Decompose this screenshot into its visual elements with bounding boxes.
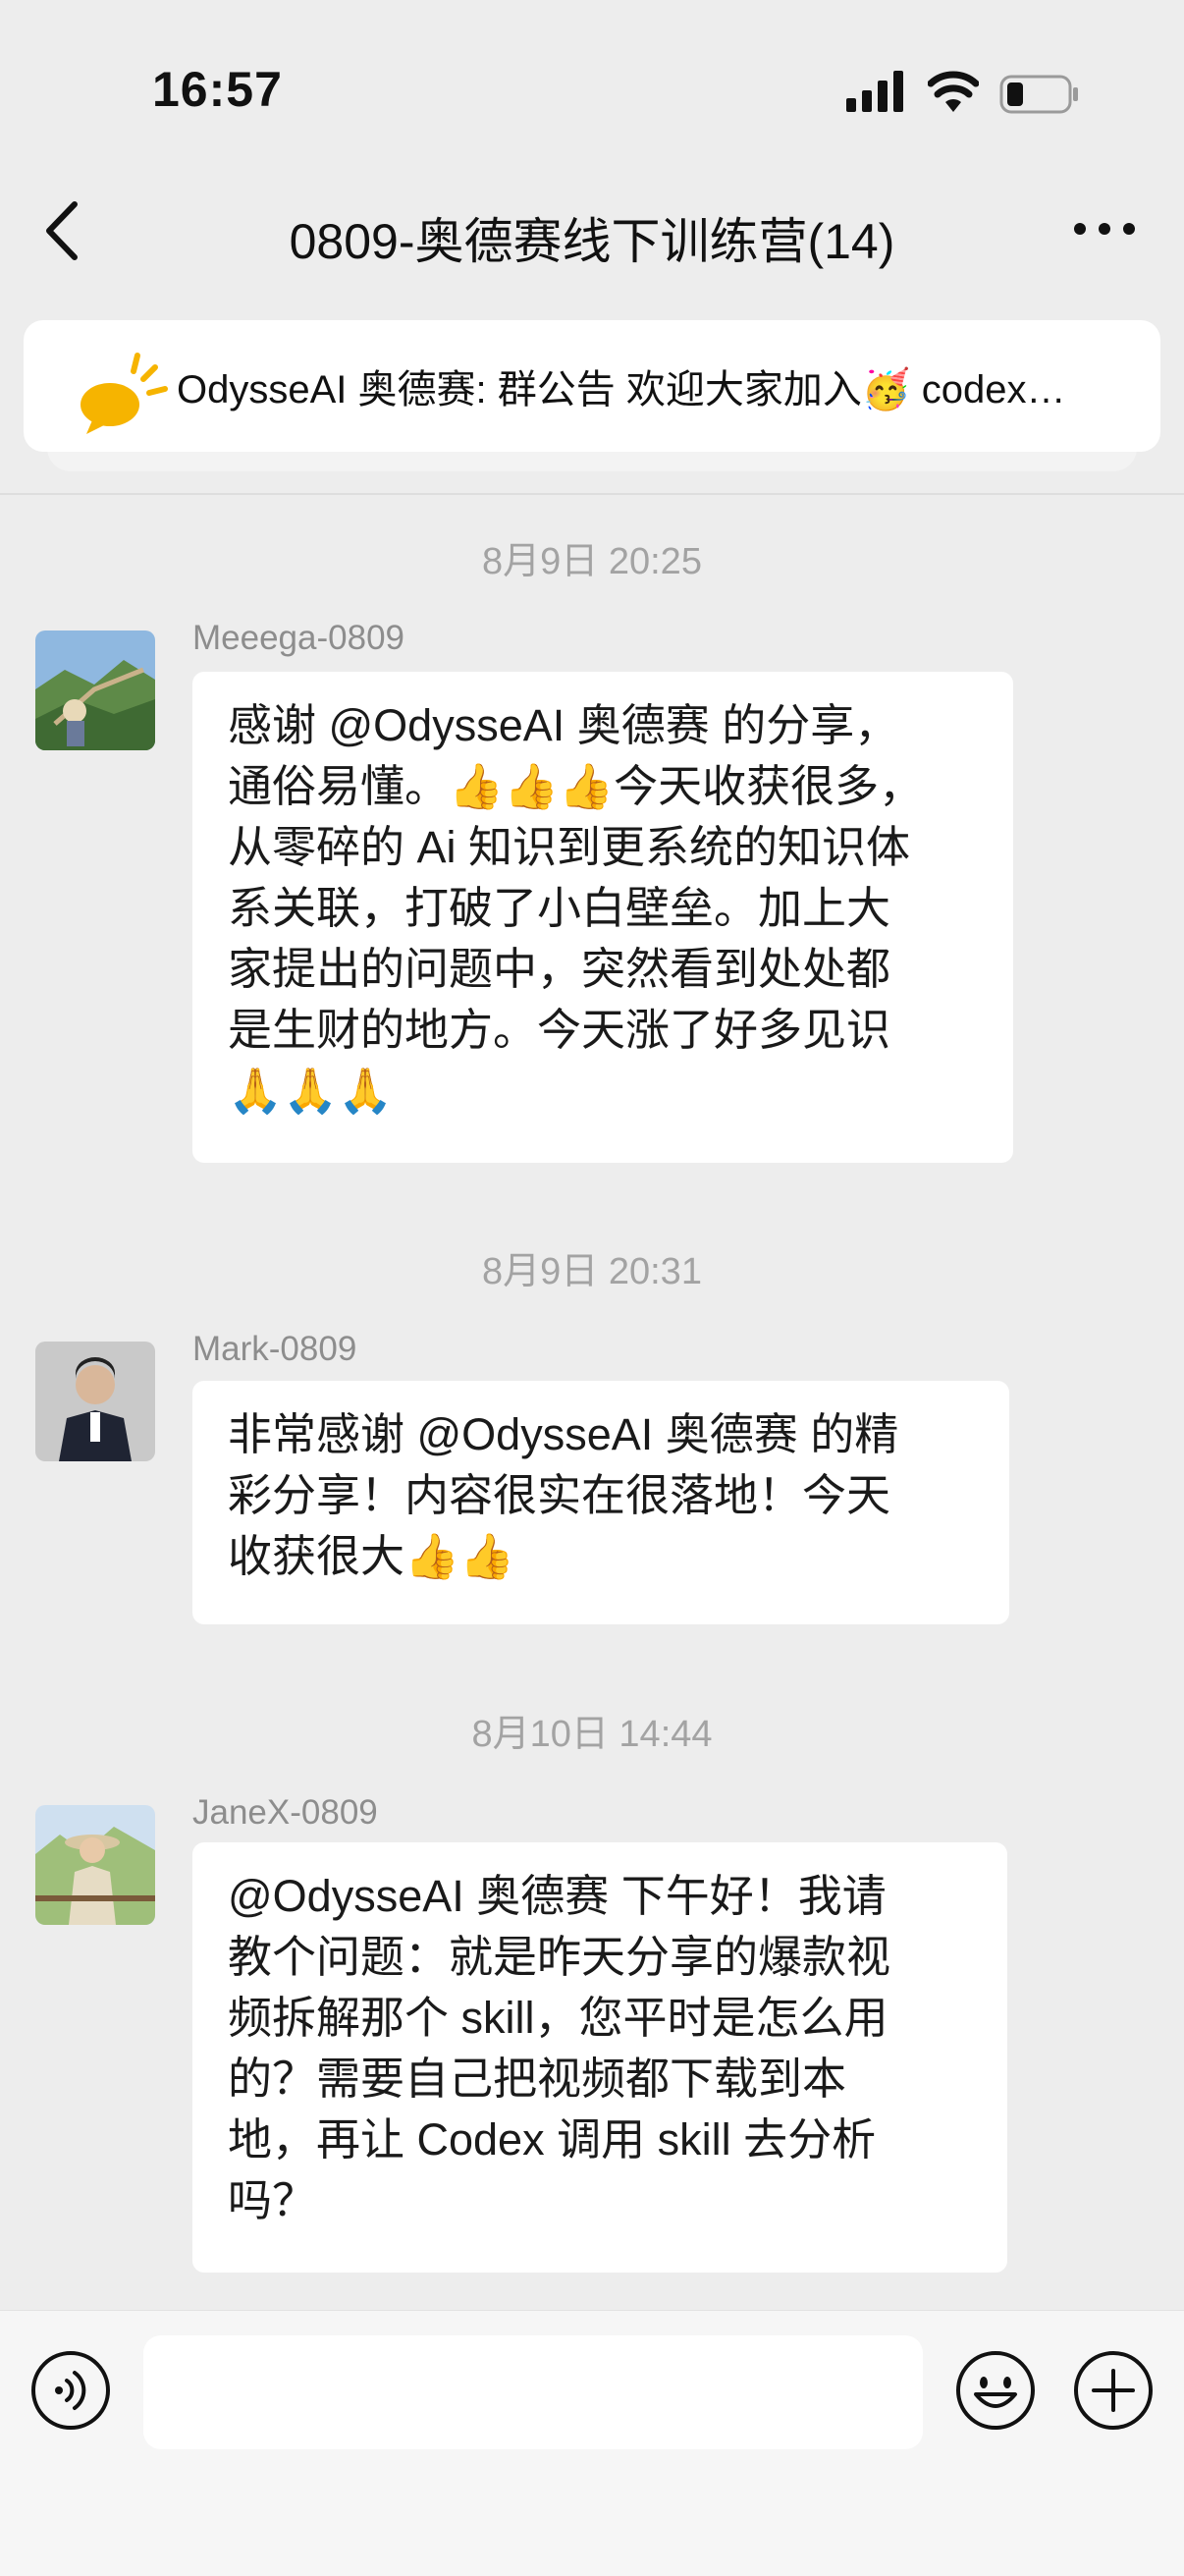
signal-icon <box>846 71 903 112</box>
avatar[interactable] <box>35 1805 155 1925</box>
message-line: 的？需要自己把视频都下载到本 <box>228 2054 847 2104</box>
avatar[interactable] <box>35 630 155 750</box>
message-timestamp: 8月9日 20:25 <box>482 541 702 582</box>
message-line: 非常感谢 @OdysseAI 奥德赛 的精 <box>228 1409 899 1459</box>
emoji-icon[interactable] <box>954 2349 1037 2432</box>
message-line: 吗？ <box>228 2175 317 2225</box>
message-line: @OdysseAI 奥德赛 下午好！我请 <box>228 1871 887 1921</box>
page-title: 0809-奥德赛线下训练营(14) <box>289 214 895 269</box>
message-line: 彩分享！内容很实在很落地！今天 <box>228 1470 891 1520</box>
message-bubble[interactable]: @OdysseAI 奥德赛 下午好！我请 教个问题：就是昨天分享的爆款视 频拆解… <box>192 1842 1007 2273</box>
message-line: 感谢 @OdysseAI 奥德赛 的分享， <box>228 700 899 750</box>
message-line: 系关联，打破了小白壁垒。加上大 <box>228 883 891 933</box>
message-line: 家提出的问题中，突然看到处处都 <box>228 944 891 994</box>
status-bar: 16:57 <box>0 0 1184 187</box>
announcement-text: OdysseAI 奥德赛: 群公告 欢迎大家加入🥳 codex… <box>177 368 1066 411</box>
message-line: 教个问题：就是昨天分享的爆款视 <box>228 1932 891 1982</box>
message-timestamp: 8月9日 20:31 <box>482 1251 702 1292</box>
announcement-banner[interactable]: OdysseAI 奥德赛: 群公告 欢迎大家加入🥳 codex… <box>24 320 1160 452</box>
message-bubble[interactable]: 感谢 @OdysseAI 奥德赛 的分享， 通俗易懂。👍👍👍今天收获很多， 从零… <box>192 672 1013 1163</box>
megaphone-icon <box>81 353 168 434</box>
message-input[interactable] <box>143 2335 923 2449</box>
status-time: 16:57 <box>152 62 283 117</box>
battery-icon <box>999 75 1078 114</box>
wifi-icon <box>928 71 979 112</box>
message-timestamp: 8月10日 14:44 <box>471 1714 713 1755</box>
message-line: 🙏🙏🙏 <box>228 1066 394 1116</box>
sender-name: Meeega-0809 <box>192 619 404 657</box>
message-line: 收获很大👍👍 <box>228 1531 515 1581</box>
divider <box>0 493 1184 495</box>
plus-icon[interactable] <box>1072 2349 1155 2432</box>
back-icon[interactable] <box>39 196 88 265</box>
voice-icon[interactable] <box>29 2349 112 2432</box>
more-icon[interactable] <box>1070 214 1139 244</box>
sender-name: JaneX-0809 <box>192 1793 378 1832</box>
message-line: 通俗易懂。👍👍👍今天收获很多， <box>228 761 924 811</box>
message-bubble[interactable]: 非常感谢 @OdysseAI 奥德赛 的精 彩分享！内容很实在很落地！今天 收获… <box>192 1381 1009 1624</box>
sender-name: Mark-0809 <box>192 1330 357 1368</box>
avatar[interactable] <box>35 1342 155 1461</box>
message-line: 频拆解那个 skill，您平时是怎么用 <box>228 1993 888 2043</box>
message-line: 是生财的地方。今天涨了好多见识 <box>228 1005 891 1055</box>
message-line: 地，再让 Codex 调用 skill 去分析 <box>228 2114 877 2165</box>
message-line: 从零碎的 Ai 知识到更系统的知识体 <box>228 822 911 872</box>
